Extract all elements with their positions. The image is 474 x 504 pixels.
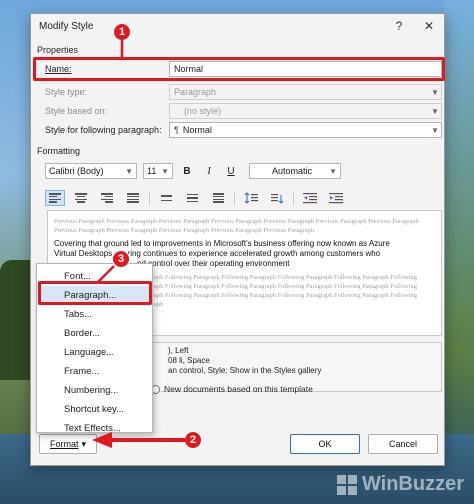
style-type-value: Paragraph xyxy=(174,87,217,97)
style-type-row: Style type: xyxy=(45,84,167,100)
align-right-icon xyxy=(101,193,113,203)
cancel-button[interactable]: Cancel xyxy=(368,434,438,454)
font-color-select[interactable]: Automatic ▼ xyxy=(249,163,341,179)
paragraph-toolbar xyxy=(45,190,346,206)
double-spacing-button[interactable] xyxy=(208,190,228,206)
chevron-down-icon: ▼ xyxy=(431,87,439,97)
help-button[interactable]: ? xyxy=(384,14,414,38)
callout-2-arrow xyxy=(92,432,185,448)
increase-indent-icon xyxy=(329,193,343,204)
toolbar-separator xyxy=(293,191,294,205)
font-select[interactable]: Calibri (Body) ▼ xyxy=(45,163,137,179)
toolbar-separator xyxy=(234,191,235,205)
description-line3: an control, Style: Show in the Styles ga… xyxy=(168,366,322,375)
winbuzzer-logo-icon xyxy=(336,474,357,495)
italic-button[interactable]: I xyxy=(201,163,217,179)
align-right-button[interactable] xyxy=(97,190,117,206)
menu-item-frame[interactable]: Frame... xyxy=(37,362,152,381)
following-row: Style for following paragraph: xyxy=(45,122,167,138)
callout-3-pointer xyxy=(97,265,115,283)
pilcrow-icon: ¶ xyxy=(174,125,179,135)
dialog-title: Modify Style xyxy=(39,20,94,32)
increase-indent-button[interactable] xyxy=(326,190,346,206)
menu-item-tabs[interactable]: Tabs... xyxy=(37,305,152,324)
justify-icon xyxy=(127,193,139,203)
titlebar-actions: ? ✕ xyxy=(384,14,444,38)
following-value: Normal xyxy=(182,125,212,135)
font-color-value: Automatic xyxy=(272,166,313,176)
single-spacing-icon xyxy=(160,195,172,201)
preview-previous-paragraph: Previous Paragraph Previous Paragraph Pr… xyxy=(54,218,419,234)
menu-item-numbering[interactable]: Numbering... xyxy=(37,381,152,400)
space-before-icon xyxy=(244,192,258,204)
decrease-indent-icon xyxy=(303,193,317,204)
align-left-button[interactable] xyxy=(45,190,65,206)
callout-2: 2 xyxy=(184,431,202,449)
bold-button[interactable]: B xyxy=(179,163,195,179)
based-on-value: (no style) xyxy=(184,106,222,116)
chevron-down-icon: ▼ xyxy=(329,166,337,176)
align-center-button[interactable] xyxy=(71,190,91,206)
toolbar-separator xyxy=(149,191,150,205)
chevron-down-icon: ▼ xyxy=(431,125,439,135)
preview-main-line2-end: s offering continues to experience accel… xyxy=(108,249,381,258)
style-type-label: Style type: xyxy=(45,87,88,97)
menu-item-language[interactable]: Language... xyxy=(37,343,152,362)
menu-item-shortcut-key[interactable]: Shortcut key... xyxy=(37,400,152,419)
properties-section-label: Properties xyxy=(37,45,79,55)
align-center-icon xyxy=(75,193,87,203)
formatting-section-label: Formatting xyxy=(37,146,81,156)
single-spacing-button[interactable] xyxy=(156,190,176,206)
ok-button[interactable]: OK xyxy=(290,434,360,454)
chevron-down-icon: ▼ xyxy=(125,166,133,176)
callout-1: 1 xyxy=(113,23,131,41)
callout-1-pointer xyxy=(120,40,124,58)
based-on-select: (no style) ▼ xyxy=(169,103,442,119)
format-button-label: Format xyxy=(49,439,79,449)
description-line1: ), Left xyxy=(168,346,189,355)
formatting-toolbar: Calibri (Body) ▼ 11 ▼ B I U Automatic ▼ xyxy=(45,163,341,179)
desktop-background-right xyxy=(444,0,474,504)
close-button[interactable]: ✕ xyxy=(414,14,444,38)
based-on-label: Style based on: xyxy=(45,106,108,116)
preview-main-line2-start: Virtual Desktop xyxy=(54,249,109,258)
based-on-row: Style based on: xyxy=(45,103,167,119)
preview-main-line1: Covering that ground led to improvements… xyxy=(54,239,390,248)
new-docs-option[interactable]: New documents based on this template xyxy=(151,384,313,394)
winbuzzer-watermark: WinBuzzer xyxy=(336,473,464,496)
dialog-titlebar: Modify Style ? ✕ xyxy=(31,14,444,38)
font-size-select[interactable]: 11 ▼ xyxy=(143,163,173,179)
underline-button[interactable]: U xyxy=(223,163,239,179)
name-row-highlight xyxy=(33,57,445,81)
space-after-button[interactable] xyxy=(267,190,287,206)
chevron-down-icon: ▾ xyxy=(81,438,87,449)
space-after-icon xyxy=(271,194,284,204)
font-value: Calibri (Body) xyxy=(49,166,104,176)
new-docs-label: New documents based on this template xyxy=(164,384,313,394)
style-type-select: Paragraph ▼ xyxy=(169,84,442,100)
align-left-icon xyxy=(49,193,61,203)
font-size-value: 11 xyxy=(147,166,157,176)
menu-item-border[interactable]: Border... xyxy=(37,324,152,343)
double-spacing-icon xyxy=(212,193,224,203)
following-label: Style for following paragraph: xyxy=(45,125,162,135)
following-select[interactable]: ¶ Normal ▼ xyxy=(169,122,442,138)
space-before-button[interactable] xyxy=(241,190,261,206)
justify-button[interactable] xyxy=(123,190,143,206)
chevron-down-icon: ▼ xyxy=(161,166,169,176)
one-half-spacing-button[interactable] xyxy=(182,190,202,206)
one-half-spacing-icon xyxy=(186,194,198,202)
decrease-indent-button[interactable] xyxy=(300,190,320,206)
description-line2: 08 li, Space xyxy=(168,356,210,365)
chevron-down-icon: ▼ xyxy=(431,106,439,116)
paragraph-highlight xyxy=(38,281,152,305)
watermark-text: WinBuzzer xyxy=(361,473,464,495)
